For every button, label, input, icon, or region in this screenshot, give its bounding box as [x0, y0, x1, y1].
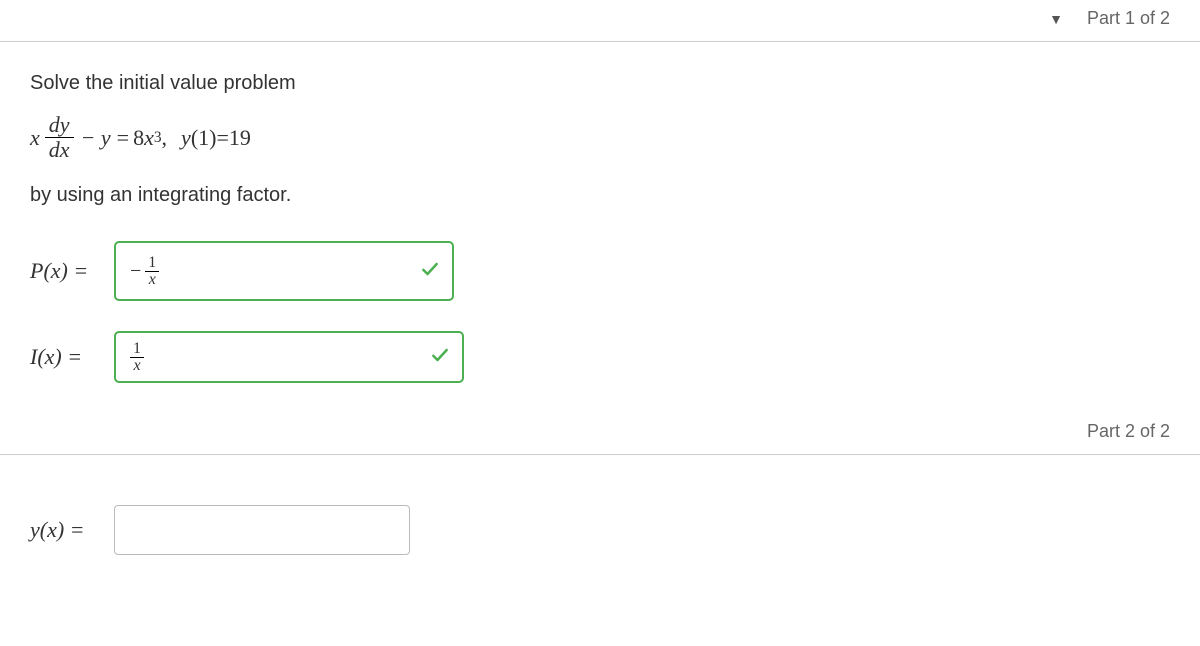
eq-var: x [144, 125, 154, 151]
check-icon [420, 259, 440, 284]
eq-dy-dx: dy dx [45, 113, 74, 162]
y-answer-box[interactable] [114, 505, 410, 555]
answer-row-P: P(x) = − 1 x [30, 241, 1170, 301]
I-label: I(x) = [30, 344, 106, 370]
part2-label: Part 2 of 2 [1087, 421, 1170, 441]
P-answer-box[interactable]: − 1 x [114, 241, 454, 301]
eq-comma: , [162, 125, 168, 151]
P-frac: 1 x [145, 255, 159, 288]
eq-ic-val: 19 [229, 125, 251, 151]
collapse-triangle-icon[interactable]: ▼ [1049, 11, 1063, 27]
P-neg: − [130, 260, 141, 283]
eq-minus-y: − y [81, 125, 111, 151]
check-icon [430, 345, 450, 370]
prompt-outro: by using an integrating factor. [30, 184, 1170, 207]
y-label: y(x) = [30, 517, 106, 543]
answer-row-I: I(x) = 1 x [30, 331, 1170, 383]
part1-label: Part 1 of 2 [1087, 8, 1170, 29]
answer-row-y: y(x) = [30, 505, 1170, 555]
eq-ic-y: y [181, 125, 191, 151]
eq-x: x [30, 125, 40, 151]
part2-content: y(x) = [0, 455, 1200, 605]
differential-equation: x dy dx − y = 8 x 3 , y (1) = 19 [30, 113, 1170, 162]
I-answer-box[interactable]: 1 x [114, 331, 464, 383]
prompt-intro: Solve the initial value problem [30, 72, 1170, 95]
I-frac: 1 x [130, 341, 144, 374]
P-label: P(x) = [30, 258, 106, 284]
eq-equals: = [117, 125, 129, 151]
part1-header: ▼ Part 1 of 2 [0, 0, 1200, 42]
part1-content: Solve the initial value problem x dy dx … [0, 42, 1200, 413]
eq-ic-arg: (1) [191, 125, 217, 151]
part2-header: Part 2 of 2 [0, 413, 1200, 455]
eq-exp: 3 [154, 129, 162, 147]
eq-coeff: 8 [133, 125, 144, 151]
eq-ic-eq: = [216, 125, 228, 151]
